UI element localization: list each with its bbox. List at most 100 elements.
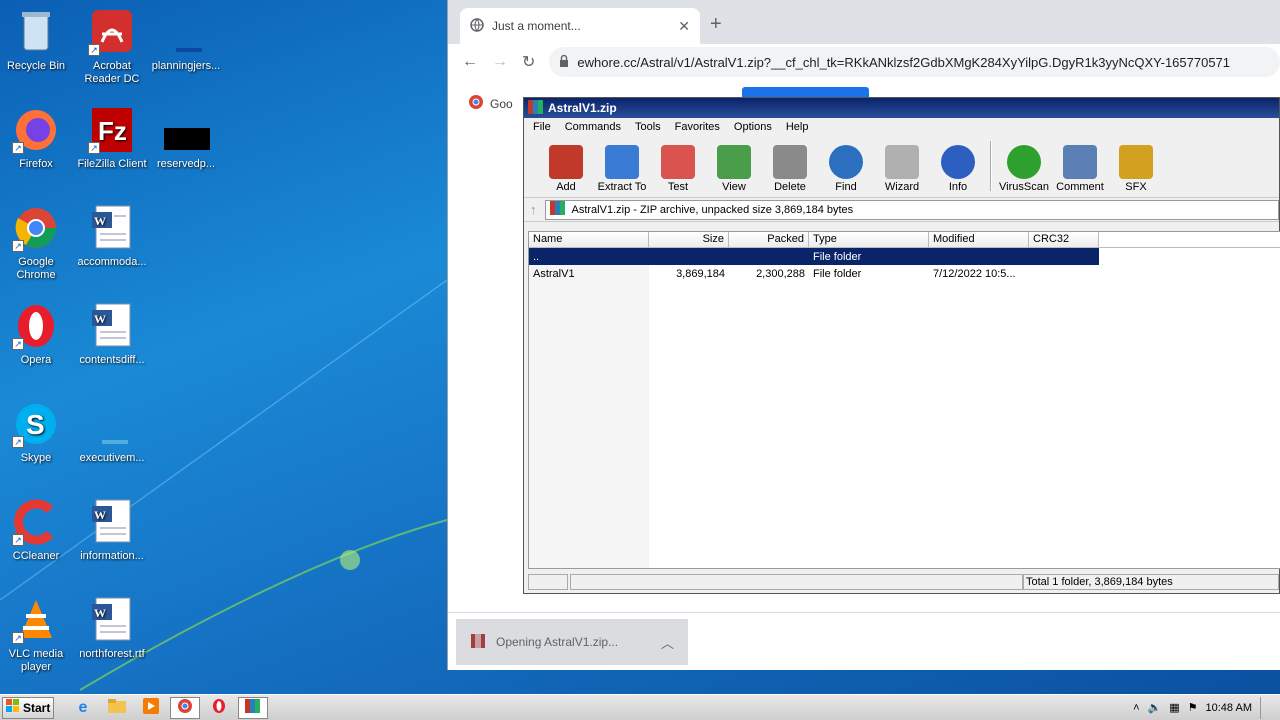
reload-icon[interactable]: ↻: [522, 52, 535, 72]
tool-label: Info: [948, 181, 968, 193]
winrar-titlebar[interactable]: AstralV1.zip: [524, 98, 1279, 118]
column-packed[interactable]: Packed: [729, 232, 809, 247]
desktop-icon-label: executivem...: [79, 452, 145, 464]
magnifier-icon: [829, 145, 863, 179]
taskbar-opera-button[interactable]: [204, 697, 234, 719]
desktop-icon-label: Recycle Bin: [6, 60, 66, 72]
desktop-icon-acrobat[interactable]: ↗ Acrobat Reader DC: [74, 8, 150, 86]
tool-virusscan-button[interactable]: VirusScan: [996, 145, 1052, 197]
forward-icon[interactable]: →: [492, 53, 508, 71]
file-name: AstralV1: [533, 267, 575, 280]
desktop-icon-executivem[interactable]: executivem...: [74, 400, 150, 465]
sfx-box-icon: [1119, 145, 1153, 179]
tool-wizard-button[interactable]: Wizard: [874, 145, 930, 197]
archive-icon: [549, 201, 566, 218]
winrar-toolbar: Add Extract To Test View Delete Find Wiz…: [524, 136, 1279, 198]
volume-icon[interactable]: 🔈: [1148, 701, 1162, 714]
show-hidden-icons-icon[interactable]: ˄: [1133, 702, 1139, 714]
taskbar-chrome-button[interactable]: [170, 696, 200, 719]
desktop-icon-chrome[interactable]: ↗ Google Chrome: [0, 204, 74, 282]
internet-explorer-icon: e: [78, 698, 88, 716]
network-icon[interactable]: ▦: [1169, 701, 1179, 714]
svg-text:W: W: [94, 508, 106, 522]
menu-options[interactable]: Options: [734, 121, 772, 133]
desktop-icon-planningjers[interactable]: planningjers...: [148, 8, 224, 73]
column-crc32[interactable]: CRC32: [1029, 232, 1099, 247]
desktop-icon-vlc[interactable]: ↗ VLC media player: [0, 596, 74, 674]
tool-info-button[interactable]: Info: [930, 145, 986, 197]
skype-icon: S ↗: [12, 400, 60, 448]
chevron-up-icon[interactable]: ︿: [661, 633, 674, 652]
menu-file[interactable]: File: [533, 121, 551, 133]
tool-label: Extract To: [597, 181, 647, 193]
taskbar-winrar-button[interactable]: [238, 696, 268, 719]
taskbar: Start e ˄ 🔈 ▦ ⚑ 10:48 AM: [0, 694, 1280, 720]
tool-label: Delete: [774, 181, 806, 193]
winrar-icon: [245, 699, 261, 716]
shortcut-arrow-icon: ↗: [12, 632, 24, 644]
tool-test-button[interactable]: Test: [650, 145, 706, 197]
svg-text:S: S: [26, 409, 45, 440]
desktop-icon-information[interactable]: W information...: [74, 498, 150, 563]
winrar-menubar: File Commands Tools Favorites Options He…: [524, 118, 1279, 136]
desktop-icon-skype[interactable]: S ↗ Skype: [0, 400, 74, 465]
action-center-flag-icon[interactable]: ⚑: [1188, 701, 1198, 714]
ccleaner-icon: ↗: [12, 498, 60, 546]
tool-comment-button[interactable]: Comment: [1052, 145, 1108, 197]
browser-tab[interactable]: Just a moment... ✕: [460, 8, 700, 44]
archive-path-field[interactable]: AstralV1.zip - ZIP archive, unpacked siz…: [544, 199, 1279, 220]
start-label: Start: [23, 700, 51, 715]
taskbar-media-button[interactable]: [136, 697, 166, 719]
desktop-icon-filezilla[interactable]: Fz ↗ FileZilla Client: [74, 106, 150, 171]
virus-scan-icon: [1007, 145, 1041, 179]
bookmark-label: Goo: [490, 96, 513, 111]
taskbar-explorer-button[interactable]: [102, 697, 132, 719]
column-size[interactable]: Size: [649, 232, 729, 247]
menu-tools[interactable]: Tools: [635, 121, 661, 133]
column-type[interactable]: Type: [809, 232, 929, 247]
new-tab-button[interactable]: +: [710, 13, 722, 36]
desktop-icon-label: planningjers...: [151, 60, 221, 72]
tool-find-button[interactable]: Find: [818, 145, 874, 197]
tool-view-button[interactable]: View: [706, 145, 762, 197]
desktop-icon-label: Opera: [20, 354, 52, 366]
address-bar[interactable]: ewhore.cc/Astral/v1/AstralV1.zip?__cf_ch…: [549, 47, 1280, 77]
tab-title: Just a moment...: [492, 19, 581, 33]
show-desktop-button[interactable]: [1260, 696, 1270, 719]
tool-add-button[interactable]: Add: [538, 145, 594, 197]
clock[interactable]: 10:48 AM: [1206, 702, 1252, 714]
desktop-icon-recycle-bin[interactable]: Recycle Bin: [0, 8, 74, 73]
bookmark-item[interactable]: Goo: [468, 94, 513, 113]
menu-favorites[interactable]: Favorites: [675, 121, 720, 133]
desktop-icon-accommoda[interactable]: W accommoda...: [74, 204, 150, 269]
desktop-icon-reservedp[interactable]: reservedp...: [148, 106, 224, 171]
download-item[interactable]: Opening AstralV1.zip... ︿: [456, 619, 688, 665]
taskbar-ie-button[interactable]: e: [68, 697, 98, 719]
desktop-icon-firefox[interactable]: ↗ Firefox: [0, 106, 74, 171]
firefox-icon: ↗: [12, 106, 60, 154]
desktop-icon-label: FileZilla Client: [77, 158, 147, 170]
tool-delete-button[interactable]: Delete: [762, 145, 818, 197]
desktop-icon-northforest[interactable]: W northforest.rtf: [74, 596, 150, 661]
file-row[interactable]: .. File folder: [529, 248, 1099, 265]
tool-label: Add: [556, 181, 576, 193]
desktop-icon-contentsdiff[interactable]: W contentsdiff...: [74, 302, 150, 367]
file-row[interactable]: AstralV1 3,869,184 2,300,288 File folder…: [529, 265, 1099, 282]
menu-help[interactable]: Help: [786, 121, 809, 133]
up-arrow-icon[interactable]: ↑: [530, 202, 537, 217]
column-modified[interactable]: Modified: [929, 232, 1029, 247]
lock-icon: [559, 54, 569, 70]
tool-sfx-button[interactable]: SFX: [1108, 145, 1164, 197]
desktop-icon-label: Google Chrome: [16, 256, 56, 281]
back-icon[interactable]: ←: [462, 53, 478, 71]
tool-extract-button[interactable]: Extract To: [594, 145, 650, 197]
start-button[interactable]: Start: [2, 696, 54, 719]
close-tab-icon[interactable]: ✕: [678, 18, 690, 35]
google-icon: [468, 94, 484, 113]
file-type: File folder: [813, 267, 862, 280]
menu-commands[interactable]: Commands: [565, 121, 621, 133]
desktop-icon-opera[interactable]: ↗ Opera: [0, 302, 74, 367]
tool-label: VirusScan: [999, 181, 1049, 193]
desktop-icon-ccleaner[interactable]: ↗ CCleaner: [0, 498, 74, 563]
column-name[interactable]: Name: [529, 232, 649, 247]
